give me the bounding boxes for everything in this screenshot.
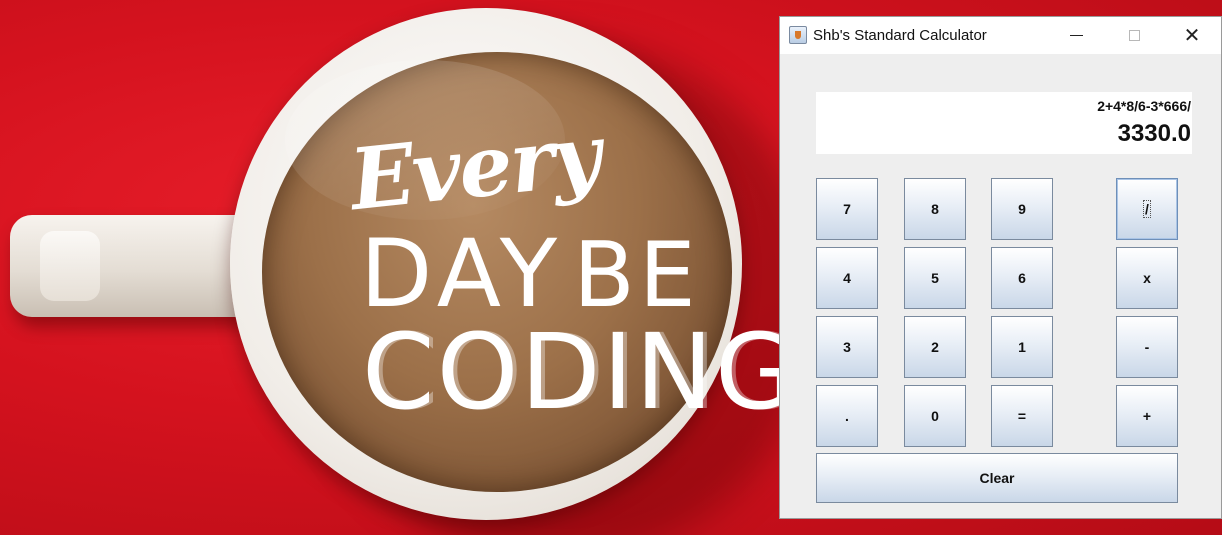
key-label: 4 [843,270,851,286]
key-label: 2 [931,339,939,355]
key-label: - [1144,339,1150,355]
maximize-button[interactable] [1105,17,1163,54]
close-button[interactable]: ✕ [1163,17,1221,54]
key-label: / [1143,200,1151,218]
calculator-window: Shb's Standard Calculator ✕ 2+4*8/6-3*66… [779,16,1222,519]
key-label: . [845,408,849,424]
key-label: + [1142,408,1152,424]
key-7[interactable]: 7 [816,178,878,240]
wallpaper-text-coding: CODING [362,311,798,433]
key-3[interactable]: 3 [816,316,878,378]
minimize-button[interactable] [1047,17,1105,54]
calculator-display: 2+4*8/6-3*666/ 3330.0 [816,92,1192,154]
key-4[interactable]: 4 [816,247,878,309]
minimize-icon [1069,35,1083,36]
key-equals[interactable]: = [991,385,1053,447]
key-9[interactable]: 9 [991,178,1053,240]
key-label: x [1143,270,1151,286]
key-label: 3 [843,339,851,355]
key-label: 7 [843,201,851,217]
mug-handle-highlight [40,231,100,301]
key-label: 5 [931,270,939,286]
key-divide[interactable]: / [1116,178,1178,240]
wallpaper-text-day-be: DAY BE [360,228,700,322]
key-8[interactable]: 8 [904,178,966,240]
result-display: 3330.0 [1117,120,1191,147]
key-decimal[interactable]: . [816,385,878,447]
key-label: 1 [1018,339,1026,355]
clear-button[interactable]: Clear [816,453,1178,503]
clear-label: Clear [979,470,1015,486]
expression-display: 2+4*8/6-3*666/ [1097,98,1191,114]
key-label: 0 [931,408,939,424]
key-subtract[interactable]: - [1116,316,1178,378]
close-icon: ✕ [1183,24,1201,47]
key-label: 6 [1018,270,1026,286]
key-label: 9 [1018,201,1026,217]
key-label: 8 [931,201,939,217]
key-add[interactable]: + [1116,385,1178,447]
key-0[interactable]: 0 [904,385,966,447]
key-label: = [1017,408,1027,424]
key-5[interactable]: 5 [904,247,966,309]
key-1[interactable]: 1 [991,316,1053,378]
key-multiply[interactable]: x [1116,247,1178,309]
title-bar[interactable]: Shb's Standard Calculator ✕ [780,17,1221,54]
key-6[interactable]: 6 [991,247,1053,309]
maximize-icon [1128,30,1140,41]
java-app-icon[interactable] [789,26,807,44]
key-2[interactable]: 2 [904,316,966,378]
window-title: Shb's Standard Calculator [813,27,987,44]
